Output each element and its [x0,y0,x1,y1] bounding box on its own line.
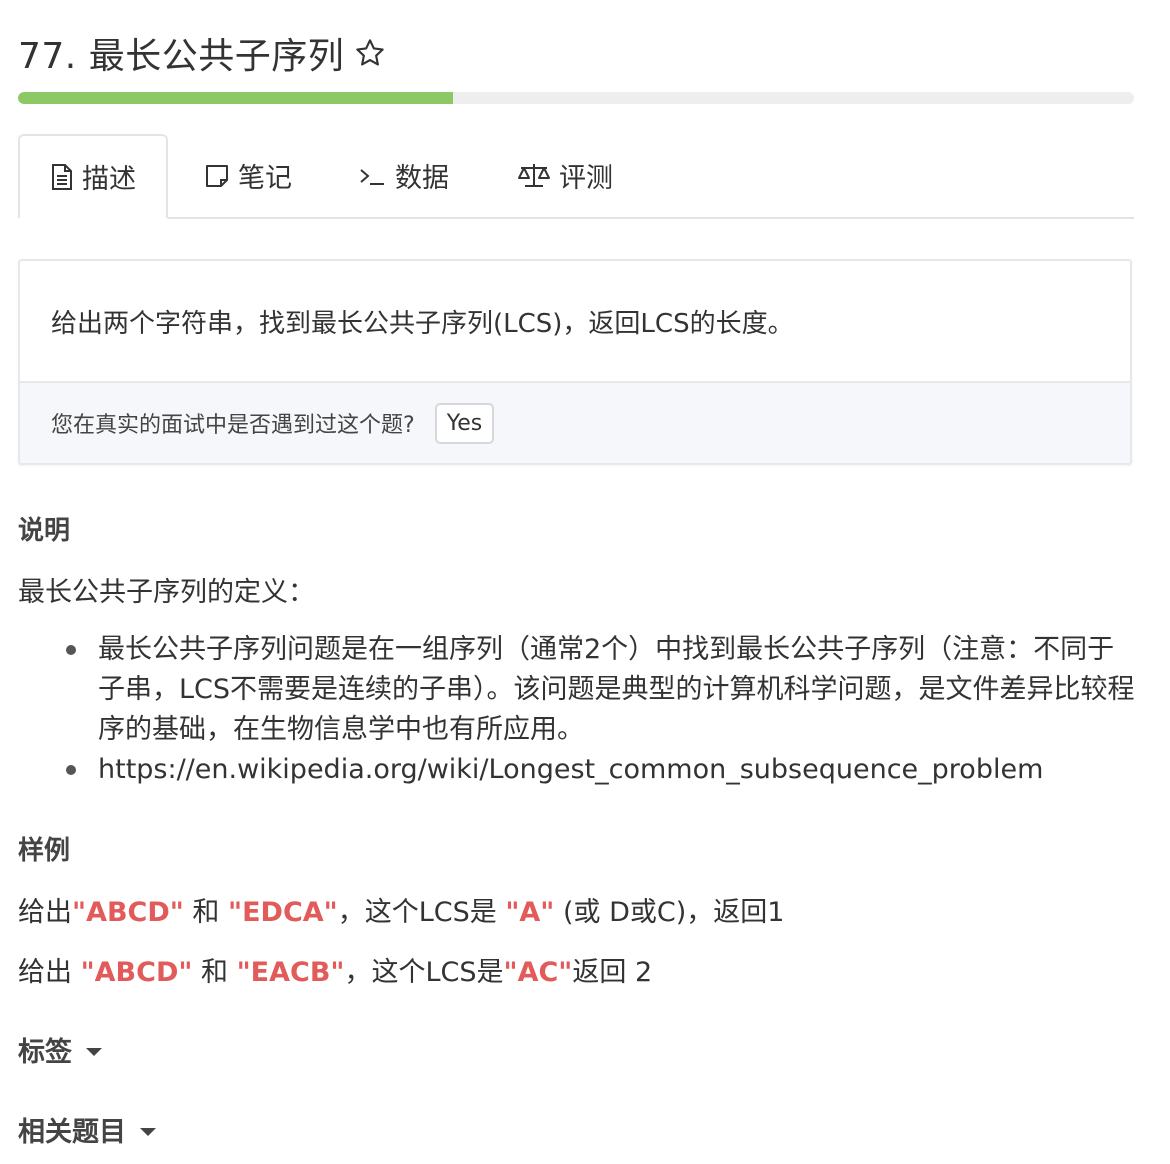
terminal-icon [359,164,387,188]
example-string: "A" [505,897,555,928]
example-text: 给出 [18,897,72,928]
tab-label: 数据 [395,163,449,194]
examples-heading: 样例 [18,836,71,866]
list-item[interactable]: https://en.wikipedia.org/wiki/Longest_co… [66,750,1138,790]
example-text: 和 [192,957,237,988]
tab-label: 笔记 [238,163,292,194]
example-string: "ABCD" [72,897,184,928]
example-text: (或 D或C)，返回1 [554,897,785,928]
progress-fill [18,92,454,104]
title-row: 77. 最长公共子序列 [18,28,386,78]
page-title: 77. 最长公共子序列 [18,36,345,77]
example-string: "ABCD" [80,957,193,988]
list-item: 最长公共子序列问题是在一组序列（通常2个）中找到最长公共子序列（注意：不同于子串… [66,630,1138,750]
example-string: "EACB" [236,957,345,988]
explanation-intro: 最长公共子序列的定义： [18,577,315,608]
document-icon [50,163,74,191]
example-text: 和 [183,897,229,928]
star-icon[interactable] [354,37,386,69]
example-string: "EDCA" [228,897,338,928]
tags-dropdown[interactable]: 标签 [18,1030,102,1069]
tab-description[interactable]: 描述 [18,134,168,219]
tab-data[interactable]: 数据 [359,134,449,217]
example-text: ，这个LCS是 [337,897,506,928]
example-text: 给出 [18,957,81,988]
example-2: 给出 "ABCD" 和 "EACB"，这个LCS是"AC"返回 2 [18,950,652,989]
chevron-down-icon [86,1047,102,1056]
note-icon [204,163,230,189]
example-text: ，这个LCS是 [344,957,504,988]
interview-question: 您在真实的面试中是否遇到过这个题? [51,413,415,438]
related-label: 相关题目 [18,1117,126,1148]
explanation-list: 最长公共子序列问题是在一组序列（通常2个）中找到最长公共子序列（注意：不同于子串… [18,630,1138,790]
related-problems-dropdown[interactable]: 相关题目 [18,1110,156,1149]
tab-label: 评测 [559,163,613,194]
description-card: 给出两个字符串，找到最长公共子序列(LCS)，返回LCS的长度。 您在真实的面试… [18,259,1132,465]
interview-question-bar: 您在真实的面试中是否遇到过这个题? Yes [20,381,1130,463]
scale-icon [517,162,551,190]
problem-description: 给出两个字符串，找到最长公共子序列(LCS)，返回LCS的长度。 [51,308,794,339]
example-string: "AC" [503,957,573,988]
explanation-heading: 说明 [18,516,71,546]
example-1: 给出"ABCD" 和 "EDCA"，这个LCS是 "A" (或 D或C)，返回1 [18,890,784,929]
yes-button[interactable]: Yes [434,402,495,444]
tab-notes[interactable]: 笔记 [204,134,292,217]
tags-label: 标签 [18,1037,72,1068]
tab-label: 描述 [82,164,136,195]
progress-bar [18,92,1134,104]
chevron-down-icon [140,1127,156,1136]
tab-bar: 描述 笔记 数据 评测 [18,134,1134,219]
example-text: 返回 2 [572,957,653,988]
tab-judge[interactable]: 评测 [517,134,613,217]
